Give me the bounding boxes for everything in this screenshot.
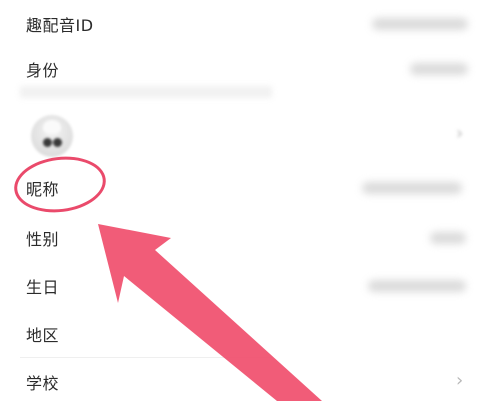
profile-screen: 趣配音ID 身份 › 昵称 性别 生日 地区 学校 › [0, 0, 482, 401]
avatar-row-chevron-icon: › [456, 123, 464, 144]
birthday-row[interactable]: 生日 [0, 262, 482, 310]
gender-value-blurred [430, 232, 466, 244]
school-chevron-icon: › [456, 370, 464, 391]
region-row[interactable]: 地区 [0, 310, 482, 358]
qupeiyin-id-row[interactable]: 趣配音ID [0, 0, 482, 48]
birthday-value-blurred [368, 280, 466, 292]
nickname-label: 昵称 [26, 180, 60, 199]
identity-value-blurred [410, 63, 468, 75]
nickname-row[interactable]: 昵称 [0, 164, 482, 212]
avatar-eye-left [43, 138, 52, 147]
avatar-icon[interactable] [31, 115, 73, 157]
qupeiyin-id-label: 趣配音ID [26, 16, 94, 35]
identity-label: 身份 [26, 61, 60, 80]
avatar-head-shape [43, 120, 61, 134]
region-label: 地区 [26, 326, 60, 345]
qupeiyin-id-value-blurred [372, 18, 468, 30]
birthday-label: 生日 [26, 278, 60, 297]
section-divider [20, 86, 272, 98]
school-label: 学校 [26, 374, 60, 393]
gender-row[interactable]: 性别 [0, 214, 482, 262]
avatar-eye-right [53, 138, 62, 147]
nickname-value-blurred [362, 182, 462, 194]
school-row[interactable]: 学校 › [0, 358, 482, 401]
gender-label: 性别 [26, 230, 60, 249]
